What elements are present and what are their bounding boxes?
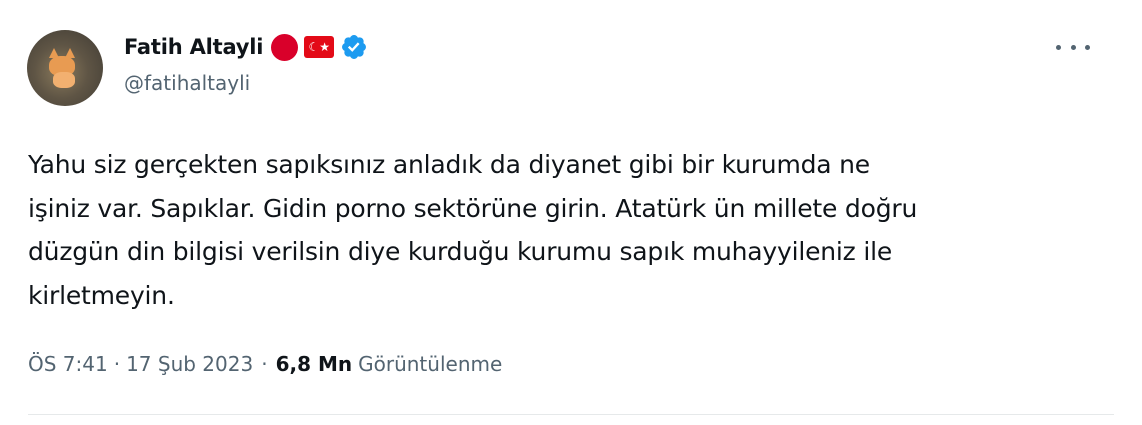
more-dot xyxy=(1070,44,1076,50)
verified-badge-icon[interactable] xyxy=(340,33,368,61)
divider xyxy=(28,414,1114,415)
more-dot xyxy=(1085,44,1090,50)
tweet-text-line: işiniz var. Sapıklar. Gidin porno sektör… xyxy=(28,193,918,223)
meta-separator: · xyxy=(261,352,268,376)
meta-separator: · xyxy=(113,352,121,376)
views-count: 6,8 Mn xyxy=(275,352,353,376)
display-name[interactable]: Fatih Altayli xyxy=(124,35,263,59)
tweet-card: Fatih Altayli ☾★ @fatihaltayli Yahu siz … xyxy=(0,0,1142,425)
cat-body xyxy=(53,72,75,88)
tweet-text: Yahu siz gerçekten sapıksınız anladık da… xyxy=(28,143,1078,317)
tweet-text-line: kirletmeyin. xyxy=(28,280,175,310)
tweet-date[interactable]: 17 Şub 2023 xyxy=(126,352,253,376)
views-label: Görüntülenme xyxy=(358,352,503,376)
turkey-flag-icon: ☾★ xyxy=(304,36,335,58)
name-row: Fatih Altayli ☾★ xyxy=(124,32,368,62)
tweet-meta: ÖS 7:41 · 17 Şub 2023 · 6,8 Mn Görüntüle… xyxy=(28,352,502,376)
user-handle[interactable]: @fatihaltayli xyxy=(124,71,250,95)
more-dot xyxy=(1056,44,1061,50)
avatar[interactable] xyxy=(27,30,103,106)
tweet-text-line: Yahu siz gerçekten sapıksınız anladık da… xyxy=(28,150,870,179)
more-options-icon[interactable] xyxy=(1056,38,1090,56)
tweet-time[interactable]: ÖS 7:41 xyxy=(28,352,108,376)
red-circle-icon xyxy=(271,33,299,61)
tweet-text-line: düzgün din bilgisi verilsin diye kurduğu… xyxy=(28,237,893,266)
flag-crescent-star: ☾★ xyxy=(308,40,331,54)
